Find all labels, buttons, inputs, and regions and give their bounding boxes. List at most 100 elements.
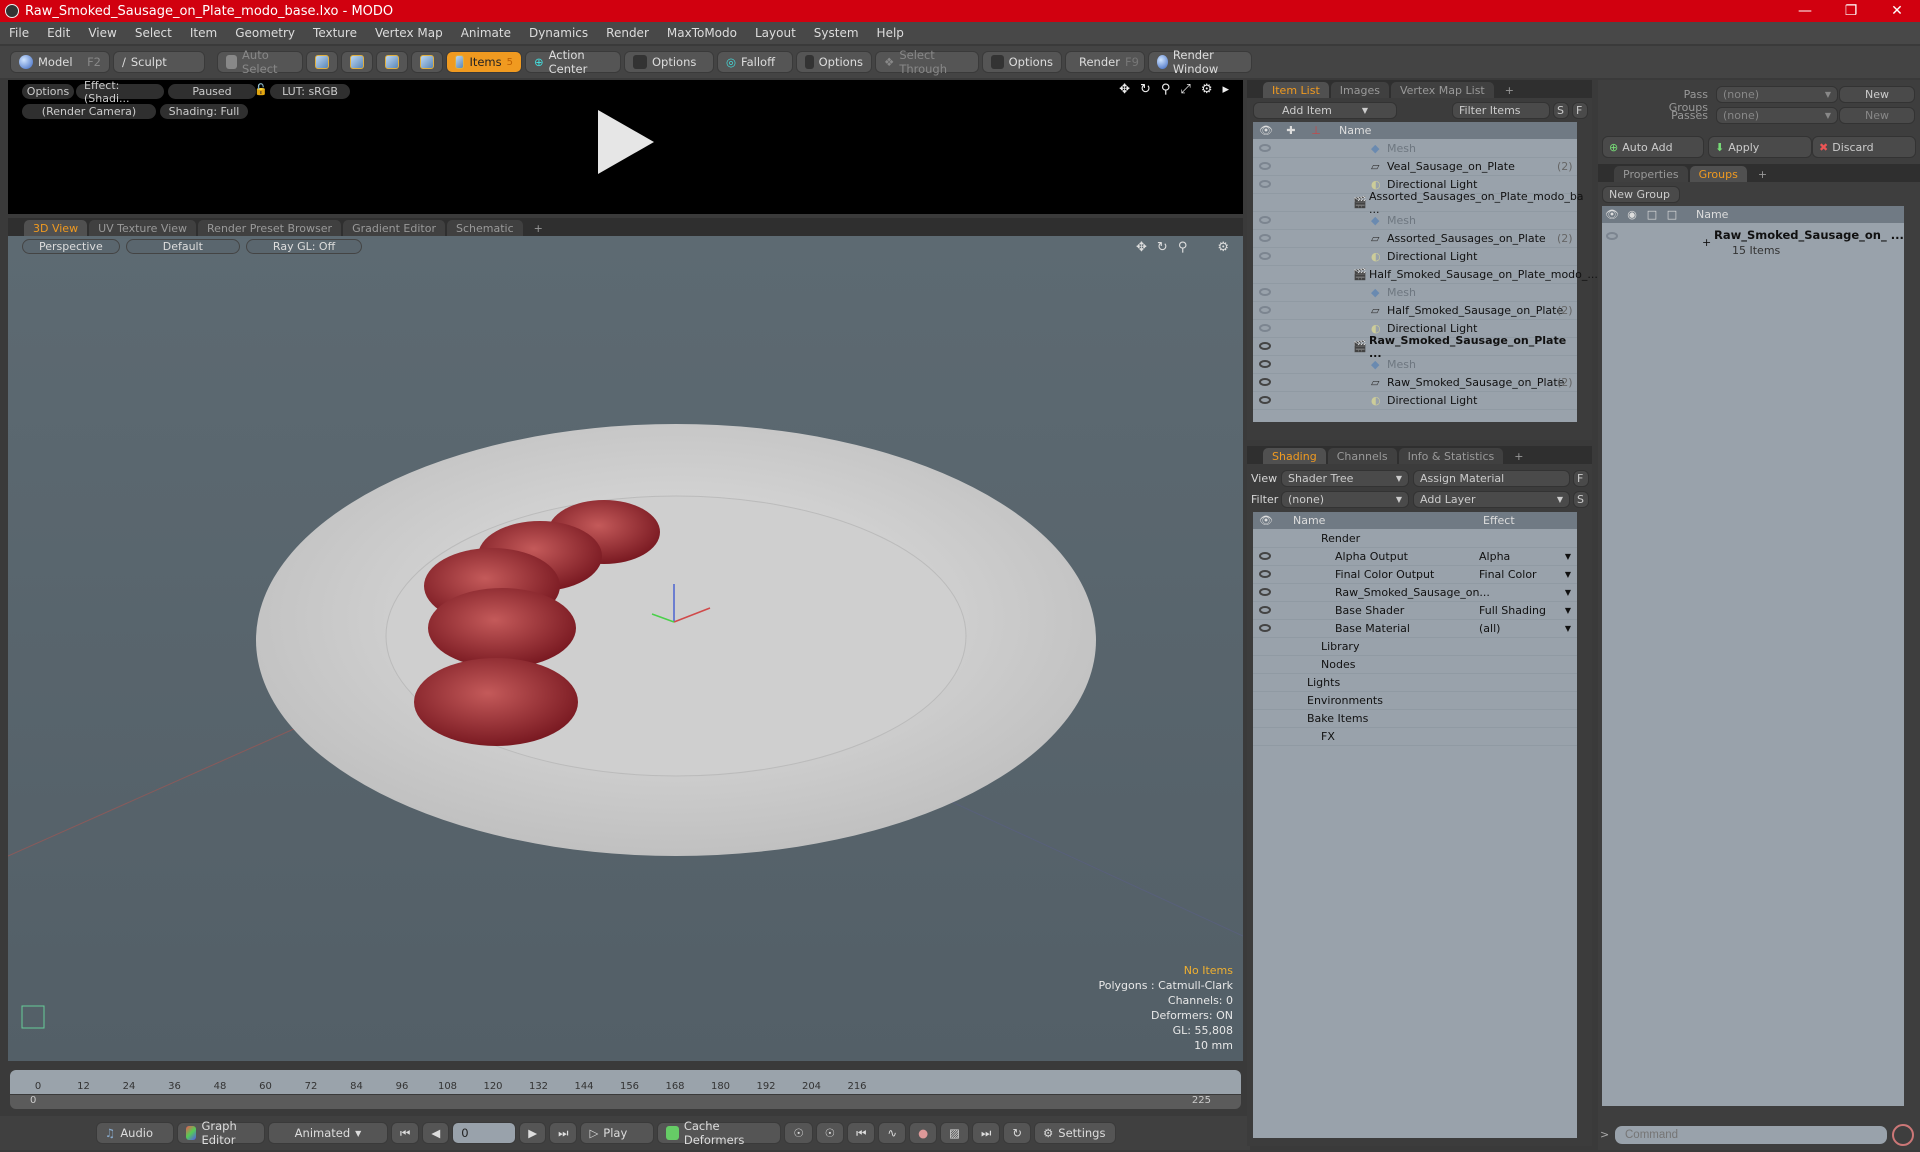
select-through-options-button[interactable]: Options xyxy=(982,51,1062,73)
s-button[interactable]: S xyxy=(1573,491,1589,508)
model-mode-button[interactable]: Model F2 xyxy=(10,51,110,73)
animated-dropdown[interactable]: Animated ▼ xyxy=(268,1122,388,1144)
play-icon[interactable] xyxy=(598,110,654,174)
f-button[interactable]: F xyxy=(1572,102,1588,119)
tab-uv-texture-view[interactable]: UV Texture View xyxy=(89,220,197,236)
tab-render-preset-browser[interactable]: Render Preset Browser xyxy=(198,220,342,236)
add-tab-button[interactable]: + xyxy=(525,220,552,236)
tab-item-list[interactable]: Item List xyxy=(1263,82,1329,98)
graph-editor-button[interactable]: Graph Editor xyxy=(177,1119,265,1147)
eye-icon[interactable] xyxy=(1259,552,1271,560)
item-list-row[interactable]: ▱ Half_Smoked_Sausage_on_Plate (2) xyxy=(1253,302,1577,320)
shader-tree-row[interactable]: Alpha Output Alpha ▼ xyxy=(1253,548,1577,566)
visibility-icon[interactable]: 👁 xyxy=(1253,124,1279,137)
eye-icon[interactable] xyxy=(1259,396,1271,404)
falloff-button[interactable]: ◎ Falloff xyxy=(717,51,793,73)
expand-icon[interactable]: + xyxy=(1702,236,1711,249)
chevron-down-icon[interactable]: ▼ xyxy=(1565,606,1571,615)
tab-groups[interactable]: Groups xyxy=(1689,166,1747,182)
auto-select-button[interactable]: Auto Select xyxy=(217,48,303,76)
eye-icon[interactable] xyxy=(1606,232,1618,240)
lock-icon[interactable]: 🔓 xyxy=(254,83,268,96)
eye-icon[interactable] xyxy=(1259,144,1271,152)
effect-dropdown[interactable]: Alpha xyxy=(1479,550,1510,563)
eye-icon[interactable] xyxy=(1259,342,1271,350)
select-edges-button[interactable] xyxy=(341,51,373,73)
key-down-button[interactable]: ☉ xyxy=(815,1122,845,1144)
record-macro-icon[interactable] xyxy=(1892,1124,1914,1146)
menu-dynamics[interactable]: Dynamics xyxy=(520,26,597,40)
chevron-down-icon[interactable]: ▼ xyxy=(1565,552,1571,561)
eye-icon[interactable] xyxy=(1259,360,1271,368)
add-item-dropdown[interactable]: Add Item ▼ xyxy=(1253,102,1397,119)
3d-viewport[interactable]: Perspective Default Ray GL: Off ✥ ↻ ⚲ ⚙ … xyxy=(8,236,1243,1061)
lock-column-icon[interactable]: □ xyxy=(1642,208,1662,221)
shading-dropdown[interactable]: Shading: Full xyxy=(160,104,248,119)
chevron-down-icon[interactable]: ▼ xyxy=(1565,570,1571,579)
item-list-row[interactable]: ▱ Raw_Smoked_Sausage_on_Plate (2) xyxy=(1253,374,1577,392)
shader-tree-row[interactable]: Environments xyxy=(1253,692,1577,710)
menu-system[interactable]: System xyxy=(805,26,868,40)
eye-icon[interactable] xyxy=(1259,252,1271,260)
add-layer-dropdown[interactable]: Add Layer ▼ xyxy=(1413,491,1570,508)
select-polygons-button[interactable] xyxy=(376,51,408,73)
passes-dropdown[interactable]: (none) ▼ xyxy=(1716,107,1838,124)
effect-dropdown[interactable]: Effect: (Shadi... xyxy=(76,79,164,105)
eye-icon[interactable] xyxy=(1259,216,1271,224)
apply-button[interactable]: ⬇ Apply xyxy=(1708,136,1812,158)
gear-icon[interactable]: ⚙ xyxy=(1201,82,1213,97)
menu-texture[interactable]: Texture xyxy=(304,26,366,40)
pan-icon[interactable]: ✥ xyxy=(1119,82,1130,97)
tab-properties[interactable]: Properties xyxy=(1614,166,1688,182)
effect-dropdown[interactable]: (all) xyxy=(1479,622,1500,635)
cache-deformers-button[interactable]: Cache Deformers xyxy=(657,1119,782,1147)
audio-button[interactable]: ♫ Audio xyxy=(96,1122,174,1144)
arrow-right-icon[interactable]: ▸ xyxy=(1222,82,1229,97)
tab-images[interactable]: Images xyxy=(1330,82,1389,98)
chevron-down-icon[interactable]: ▼ xyxy=(1565,588,1571,597)
filter-items-input[interactable]: Filter Items xyxy=(1452,102,1550,119)
assign-material-button[interactable]: Assign Material xyxy=(1413,470,1570,487)
select-column-icon[interactable]: □ xyxy=(1662,208,1682,221)
name-column-header[interactable]: Name xyxy=(1329,124,1371,137)
preview-options-button[interactable]: Options xyxy=(22,84,74,99)
item-list-row[interactable]: 🎬 Assorted_Sausages_on_Plate_modo_ba ... xyxy=(1253,190,1584,216)
s-button[interactable]: S xyxy=(1553,102,1569,119)
menu-vertex-map[interactable]: Vertex Map xyxy=(366,26,452,40)
command-input[interactable] xyxy=(1615,1126,1887,1144)
tab-gradient-editor[interactable]: Gradient Editor xyxy=(343,220,445,236)
loop-button[interactable]: ↻ xyxy=(1003,1122,1031,1144)
eye-icon[interactable] xyxy=(1259,624,1271,632)
item-list-row[interactable]: ◆ Mesh xyxy=(1253,284,1577,302)
menu-layout[interactable]: Layout xyxy=(746,26,805,40)
shader-tree-row[interactable]: Bake Items xyxy=(1253,710,1577,728)
menu-file[interactable]: File xyxy=(0,26,38,40)
menu-animate[interactable]: Animate xyxy=(452,26,520,40)
prev-frame-button[interactable]: ◀ xyxy=(422,1122,450,1144)
eye-icon[interactable] xyxy=(1259,306,1271,314)
menu-geometry[interactable]: Geometry xyxy=(226,26,304,40)
tab-channels[interactable]: Channels xyxy=(1327,448,1397,464)
shader-tree-row[interactable]: Base Shader Full Shading ▼ xyxy=(1253,602,1577,620)
menu-item[interactable]: Item xyxy=(181,26,226,40)
group-item[interactable]: + Raw_Smoked_Sausage_on_ ... 15 Items xyxy=(1602,226,1904,260)
select-vertices-button[interactable] xyxy=(306,51,338,73)
add-tab-button[interactable]: + xyxy=(1749,166,1776,182)
menu-view[interactable]: View xyxy=(79,26,125,40)
visibility-icon[interactable]: 👁 xyxy=(1253,514,1279,527)
menu-maxtomodo[interactable]: MaxToModo xyxy=(658,26,746,40)
shader-tree-row[interactable]: Library xyxy=(1253,638,1577,656)
action-center-options-button[interactable]: Options xyxy=(624,51,714,73)
timeline-ruler[interactable]: 0 12 24 36 48 60 72 84 96 108 120 132 144 156 168 180 19… xyxy=(10,1070,1241,1094)
add-tab-button[interactable]: + xyxy=(1505,448,1532,464)
add-tab-button[interactable]: + xyxy=(1496,82,1523,98)
axis-icon[interactable]: ⊥ xyxy=(1303,124,1329,137)
item-list-row[interactable]: ▱ Assorted_Sausages_on_Plate (2) xyxy=(1253,230,1577,248)
rotate-icon[interactable]: ↻ xyxy=(1140,82,1151,97)
key-filter-button[interactable]: ▨ xyxy=(940,1122,969,1144)
settings-button[interactable]: ⚙ Settings xyxy=(1033,1122,1116,1144)
eye-icon[interactable] xyxy=(1259,606,1271,614)
falloff-options-button[interactable]: Options xyxy=(796,51,872,73)
maximize-button[interactable]: ❐ xyxy=(1828,0,1874,22)
next-key-button[interactable]: ⏭ xyxy=(971,1122,1001,1144)
